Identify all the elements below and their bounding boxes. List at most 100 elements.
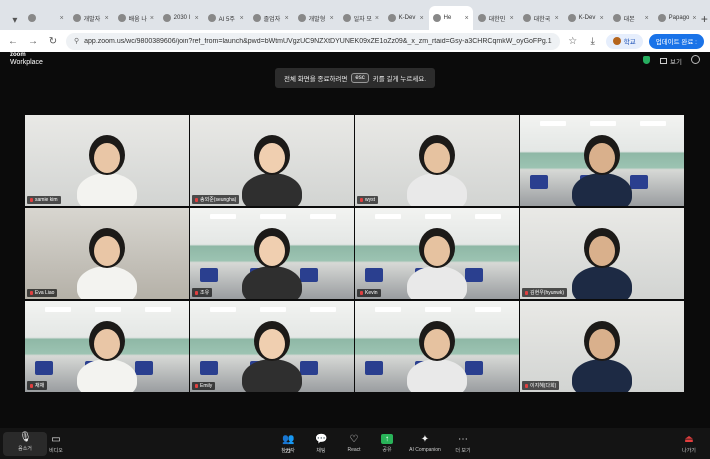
url-field[interactable]: ⚲ app.zoom.us/wc/9800389606/join?ref_fro… — [66, 32, 560, 50]
ceiling-light — [375, 307, 401, 312]
video-button[interactable]: ▭ 비디오 — [34, 434, 78, 454]
ceiling-light — [425, 307, 451, 312]
share-screen-icon: ↑ — [381, 434, 393, 444]
profile-button[interactable]: 학교 — [605, 33, 643, 49]
browser-tab[interactable]: 대한민 × — [474, 6, 518, 30]
browser-tab[interactable]: AI 5주 × — [204, 6, 248, 30]
encryption-shield-icon[interactable] — [643, 56, 650, 64]
tab-close-icon[interactable]: × — [240, 15, 244, 22]
globe-icon[interactable] — [691, 55, 700, 64]
tab-close-icon[interactable]: × — [60, 15, 64, 22]
more-label: 더 보기 — [455, 448, 471, 454]
video-tile[interactable]: Emily — [190, 301, 354, 392]
site-info-icon[interactable]: ⚲ — [74, 37, 79, 45]
tab-close-icon[interactable]: × — [375, 15, 379, 22]
video-tile[interactable]: 이지혜(다희) — [520, 301, 684, 392]
browser-tab[interactable]: K-Dev × — [564, 6, 608, 30]
browser-tab[interactable]: He × — [428, 6, 473, 30]
view-button[interactable]: 보기 — [660, 56, 682, 66]
browser-tab[interactable]: K-Dev × — [384, 6, 428, 30]
tab-close-icon[interactable]: × — [330, 15, 334, 22]
browser-tab[interactable]: Papago × — [654, 6, 698, 30]
classroom-chair — [530, 175, 548, 189]
leave-label: 나가기 — [682, 448, 696, 454]
forward-icon[interactable]: → — [26, 34, 40, 48]
browser-tab[interactable]: 일자 모 × — [339, 6, 383, 30]
tab-close-icon[interactable]: × — [195, 15, 199, 22]
tab-close-icon[interactable]: × — [150, 15, 154, 22]
participant-face — [589, 236, 615, 266]
video-tile[interactable]: 송외준(seungha) — [190, 115, 354, 206]
muted-mic-icon — [195, 383, 198, 388]
download-icon[interactable]: ⤓ — [586, 34, 600, 48]
participant-face — [259, 329, 285, 359]
browser-tab[interactable]: 대본 × — [609, 6, 653, 30]
new-tab-icon[interactable]: + — [699, 8, 710, 30]
video-tile[interactable]: 조유 — [190, 208, 354, 299]
participant-body — [77, 359, 137, 392]
classroom-chair — [200, 268, 218, 282]
tab-close-icon[interactable]: × — [285, 15, 289, 22]
tab-label: 배움 나 — [128, 16, 147, 23]
video-tile[interactable] — [520, 115, 684, 206]
bookmark-star-icon[interactable]: ☆ — [566, 34, 580, 48]
participant-body — [572, 266, 632, 299]
reload-icon[interactable]: ↻ — [46, 34, 60, 48]
video-tile[interactable]: samie kim — [25, 115, 189, 206]
participant-body — [77, 266, 137, 299]
tab-list: × 개발자 × 배움 나 × 2030 l × AI 5주 × 졸업자 × 개발형 × 일자 모 × K-De… — [24, 6, 699, 30]
classroom-chair — [630, 175, 648, 189]
profile-label: 학교 — [623, 39, 636, 46]
classroom-chair — [465, 361, 483, 375]
tab-label: 일자 모 — [353, 16, 372, 23]
tab-close-icon[interactable]: × — [465, 15, 469, 22]
video-tile[interactable]: wyst — [355, 115, 519, 206]
browser-tab[interactable]: 개발자 × — [69, 6, 113, 30]
tab-close-icon[interactable]: × — [555, 15, 559, 22]
video-tile[interactable]: Kevin — [355, 208, 519, 299]
more-button[interactable]: ⋯ 더 보기 — [441, 434, 485, 454]
classroom-chair — [465, 268, 483, 282]
logo-bottom-text: Workplace — [10, 59, 43, 66]
participants-label: 참가자 — [281, 448, 295, 454]
browser-tab[interactable]: 졸업자 × — [249, 6, 293, 30]
tab-close-icon[interactable]: × — [645, 15, 649, 22]
browser-tab[interactable]: 개발형 × — [294, 6, 338, 30]
heart-icon: ♡ — [349, 434, 359, 445]
back-icon[interactable]: ← — [6, 34, 20, 48]
video-tile[interactable] — [355, 301, 519, 392]
video-tile[interactable]: 채채 — [25, 301, 189, 392]
leave-button[interactable]: ⏏ 나가기 — [671, 434, 707, 454]
tab-search-icon[interactable]: ▾ — [6, 10, 24, 30]
participant-name-tag: Eva Liao — [27, 289, 58, 297]
participant-name: 김현우(hyunwk) — [530, 290, 565, 296]
sparkle-icon: ✦ — [420, 434, 430, 445]
browser-tab[interactable]: 대한국 × — [519, 6, 563, 30]
participant-name: Emily — [200, 383, 213, 389]
address-bar: ← → ↻ ⚲ app.zoom.us/wc/9800389606/join?r… — [0, 30, 710, 52]
video-tile[interactable]: Eva Liao — [25, 208, 189, 299]
avatar-icon — [612, 37, 621, 45]
update-button[interactable]: 업데이트 완료 : — [648, 33, 704, 49]
fullscreen-exit-banner: 전체 화면을 종료하려면 esc 키를 길게 누르세요. — [275, 68, 435, 88]
muted-mic-icon — [195, 197, 198, 202]
tab-favicon-icon — [342, 14, 351, 22]
participant-name: wyst — [365, 197, 375, 203]
tab-label: 2030 l — [173, 15, 191, 21]
participant-body — [407, 266, 467, 299]
tab-close-icon[interactable]: × — [600, 15, 604, 22]
video-tile[interactable]: 김현우(hyunwk) — [520, 208, 684, 299]
browser-tab[interactable]: 2030 l × — [159, 6, 203, 30]
tab-close-icon[interactable]: × — [105, 15, 109, 22]
tab-close-icon[interactable]: × — [420, 15, 424, 22]
ceiling-light — [375, 214, 401, 219]
participant-name: 이지혜(다희) — [530, 383, 557, 389]
browser-tab[interactable]: × — [24, 6, 68, 30]
tab-close-icon[interactable]: × — [510, 15, 514, 22]
participant-name-tag: wyst — [357, 196, 378, 204]
participant-name-tag: 송외준(seungha) — [192, 195, 240, 204]
participant-body — [407, 173, 467, 206]
browser-tab[interactable]: 배움 나 × — [114, 6, 158, 30]
participant-body — [242, 359, 302, 392]
tab-close-icon[interactable]: × — [692, 15, 696, 22]
